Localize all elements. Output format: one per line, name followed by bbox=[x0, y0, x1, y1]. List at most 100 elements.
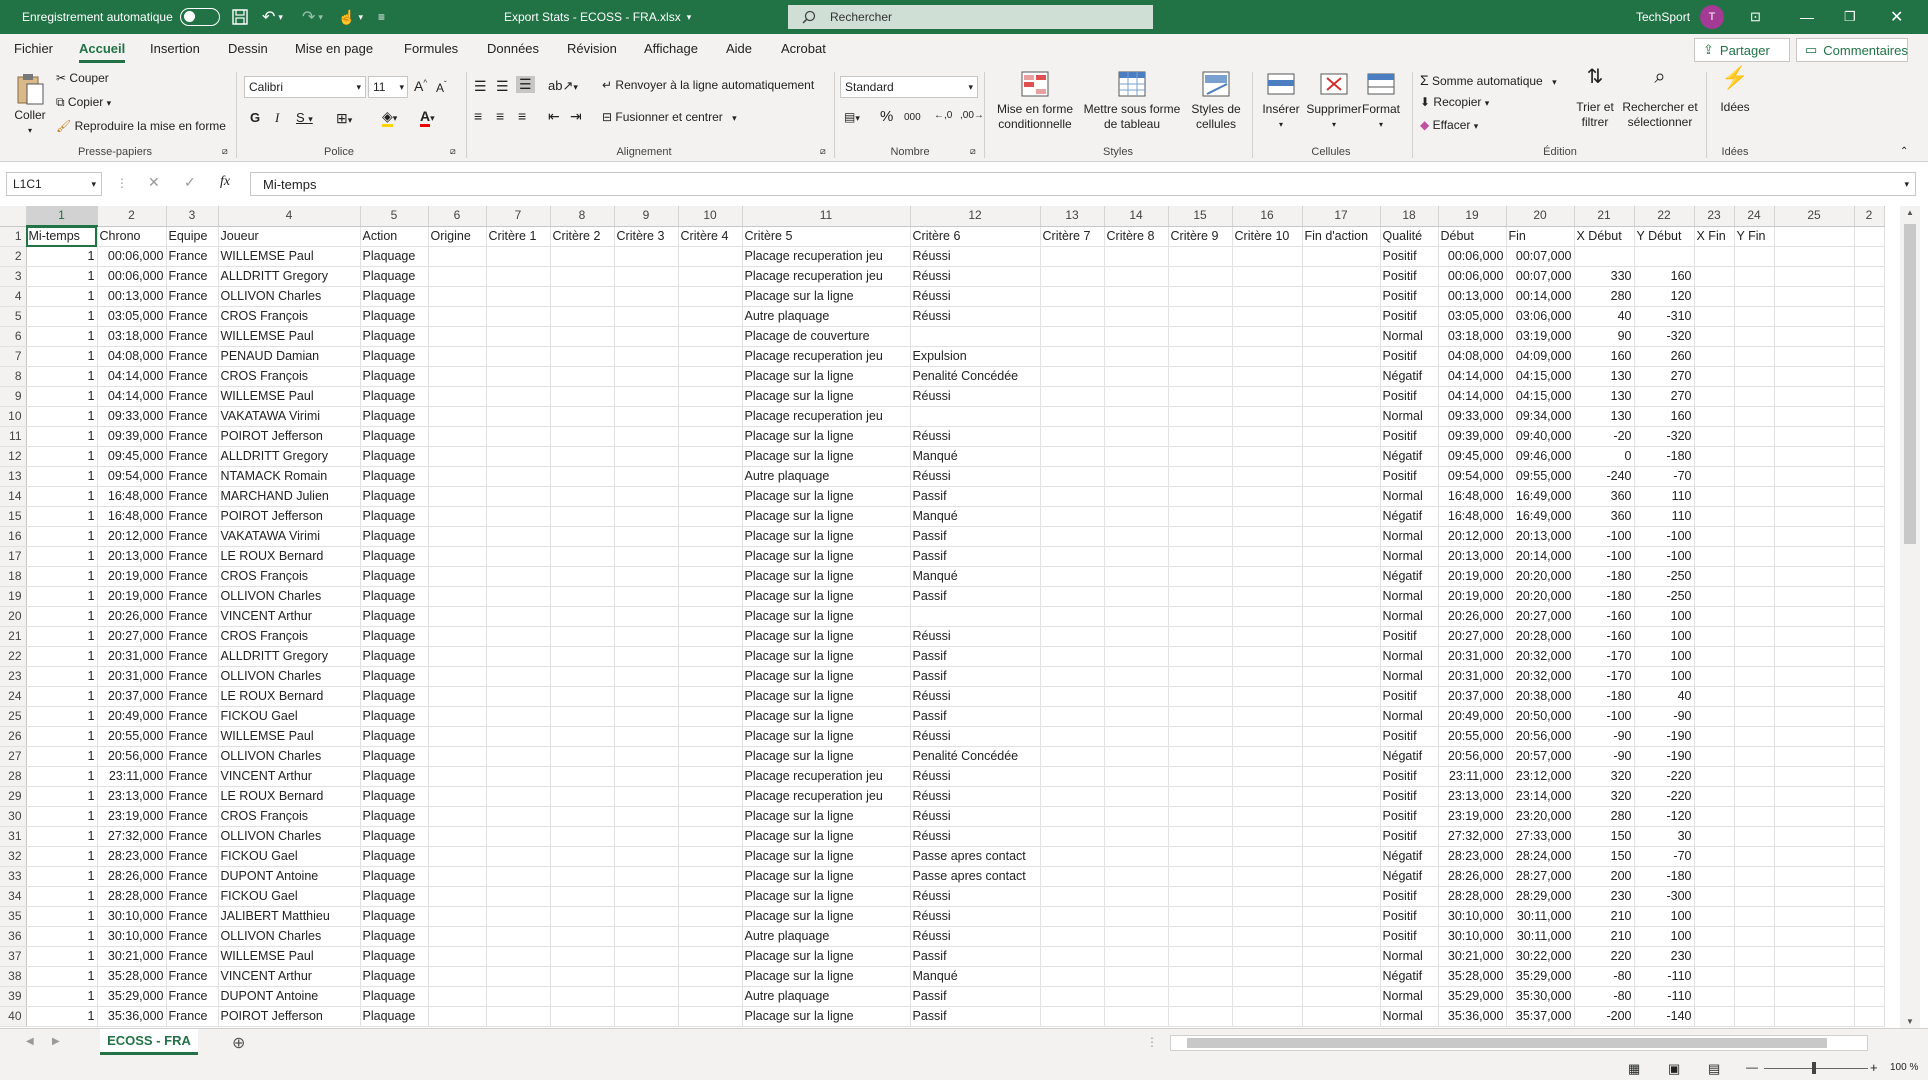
cell[interactable]: Placage recuperation jeu bbox=[742, 766, 911, 787]
column-header[interactable]: 14 bbox=[1104, 206, 1169, 227]
cell[interactable]: Penalité Concédée bbox=[910, 366, 1041, 387]
cell[interactable] bbox=[1734, 326, 1775, 347]
cell[interactable] bbox=[678, 826, 743, 847]
cell[interactable]: 1 bbox=[26, 906, 98, 927]
header-cell[interactable]: Equipe bbox=[166, 226, 219, 247]
cell[interactable] bbox=[1694, 626, 1735, 647]
row-header[interactable]: 33 bbox=[0, 866, 27, 887]
cell[interactable] bbox=[1104, 506, 1169, 527]
cell[interactable] bbox=[1734, 726, 1775, 747]
cell[interactable] bbox=[1302, 266, 1381, 287]
cell[interactable]: Placage sur la ligne bbox=[742, 1006, 911, 1027]
cell[interactable] bbox=[614, 506, 679, 527]
cell[interactable]: 230 bbox=[1574, 886, 1635, 907]
cell[interactable] bbox=[1302, 706, 1381, 727]
cell[interactable] bbox=[1232, 626, 1303, 647]
cell[interactable]: WILLEMSE Paul bbox=[218, 946, 361, 967]
cell[interactable]: -100 bbox=[1634, 526, 1695, 547]
cell[interactable] bbox=[428, 966, 487, 987]
cell[interactable] bbox=[550, 566, 615, 587]
cell[interactable] bbox=[486, 586, 551, 607]
cell[interactable] bbox=[428, 726, 487, 747]
cell[interactable]: France bbox=[166, 666, 219, 687]
cell[interactable] bbox=[678, 886, 743, 907]
cell[interactable] bbox=[1854, 866, 1885, 887]
cell[interactable]: 270 bbox=[1634, 366, 1695, 387]
cell[interactable] bbox=[1168, 666, 1233, 687]
cell[interactable] bbox=[428, 766, 487, 787]
cell[interactable] bbox=[678, 666, 743, 687]
cell[interactable] bbox=[550, 906, 615, 927]
cell[interactable] bbox=[1734, 946, 1775, 967]
cell[interactable] bbox=[1040, 746, 1105, 767]
cell[interactable]: 1 bbox=[26, 246, 98, 267]
cell[interactable]: 20:49,000 bbox=[1438, 706, 1507, 727]
cell[interactable] bbox=[614, 806, 679, 827]
cell[interactable]: 20:38,000 bbox=[1506, 686, 1575, 707]
cell[interactable] bbox=[1104, 346, 1169, 367]
tab-revision[interactable]: Révision bbox=[567, 41, 617, 56]
cell[interactable]: Manqué bbox=[910, 506, 1041, 527]
cell[interactable] bbox=[1104, 426, 1169, 447]
cell[interactable] bbox=[1168, 746, 1233, 767]
cell[interactable]: 1 bbox=[26, 486, 98, 507]
cell[interactable]: Placage sur la ligne bbox=[742, 426, 911, 447]
cell[interactable]: -80 bbox=[1574, 986, 1635, 1007]
cell[interactable]: WILLEMSE Paul bbox=[218, 386, 361, 407]
cell[interactable]: France bbox=[166, 826, 219, 847]
cell[interactable]: Positif bbox=[1380, 346, 1439, 367]
cell[interactable]: Plaquage bbox=[360, 586, 429, 607]
cell[interactable] bbox=[1040, 806, 1105, 827]
cell[interactable]: 04:14,000 bbox=[1438, 366, 1507, 387]
row-header[interactable]: 40 bbox=[0, 1006, 27, 1027]
cell[interactable] bbox=[1574, 246, 1635, 267]
cell[interactable]: OLLIVON Charles bbox=[218, 286, 361, 307]
cell[interactable] bbox=[614, 426, 679, 447]
cell[interactable]: PENAUD Damian bbox=[218, 346, 361, 367]
cell[interactable]: 100 bbox=[1634, 906, 1695, 927]
cell[interactable] bbox=[1634, 246, 1695, 267]
header-cell[interactable]: Critère 7 bbox=[1040, 226, 1105, 247]
cell[interactable] bbox=[678, 506, 743, 527]
cell[interactable]: 100 bbox=[1634, 606, 1695, 627]
cell[interactable]: 35:30,000 bbox=[1506, 986, 1575, 1007]
cell[interactable]: -180 bbox=[1574, 566, 1635, 587]
column-header[interactable]: 20 bbox=[1506, 206, 1575, 227]
cell[interactable]: 280 bbox=[1574, 286, 1635, 307]
cell[interactable]: Plaquage bbox=[360, 1006, 429, 1027]
cell[interactable] bbox=[1774, 746, 1855, 767]
cell[interactable] bbox=[428, 626, 487, 647]
cell[interactable] bbox=[678, 466, 743, 487]
cell[interactable]: 35:28,000 bbox=[1438, 966, 1507, 987]
column-header[interactable]: 17 bbox=[1302, 206, 1381, 227]
cell[interactable]: 20:13,000 bbox=[97, 546, 167, 567]
cell[interactable] bbox=[1040, 346, 1105, 367]
cell[interactable] bbox=[1040, 826, 1105, 847]
cell[interactable]: ALLDRITT Gregory bbox=[218, 646, 361, 667]
cell[interactable]: DUPONT Antoine bbox=[218, 986, 361, 1007]
row-header[interactable]: 21 bbox=[0, 626, 27, 647]
cell[interactable] bbox=[1854, 306, 1885, 327]
row-header[interactable]: 16 bbox=[0, 526, 27, 547]
cell[interactable]: 09:46,000 bbox=[1506, 446, 1575, 467]
cell[interactable]: 40 bbox=[1634, 686, 1695, 707]
cell[interactable] bbox=[1040, 786, 1105, 807]
cell[interactable]: Placage sur la ligne bbox=[742, 526, 911, 547]
cell[interactable]: 04:08,000 bbox=[97, 346, 167, 367]
cell[interactable]: Normal bbox=[1380, 526, 1439, 547]
cell[interactable] bbox=[1774, 546, 1855, 567]
cell[interactable] bbox=[1168, 926, 1233, 947]
cell[interactable] bbox=[486, 846, 551, 867]
cell[interactable] bbox=[678, 706, 743, 727]
cell[interactable]: 110 bbox=[1634, 506, 1695, 527]
cell[interactable] bbox=[1302, 1006, 1381, 1027]
cell[interactable]: 330 bbox=[1574, 266, 1635, 287]
cell[interactable]: 20:19,000 bbox=[1438, 586, 1507, 607]
cell[interactable] bbox=[1168, 346, 1233, 367]
cell[interactable] bbox=[550, 686, 615, 707]
cell[interactable] bbox=[1734, 246, 1775, 267]
cell[interactable]: 160 bbox=[1634, 406, 1695, 427]
cell[interactable] bbox=[1040, 1006, 1105, 1027]
cell[interactable]: Manqué bbox=[910, 446, 1041, 467]
row-header[interactable]: 1 bbox=[0, 226, 27, 247]
